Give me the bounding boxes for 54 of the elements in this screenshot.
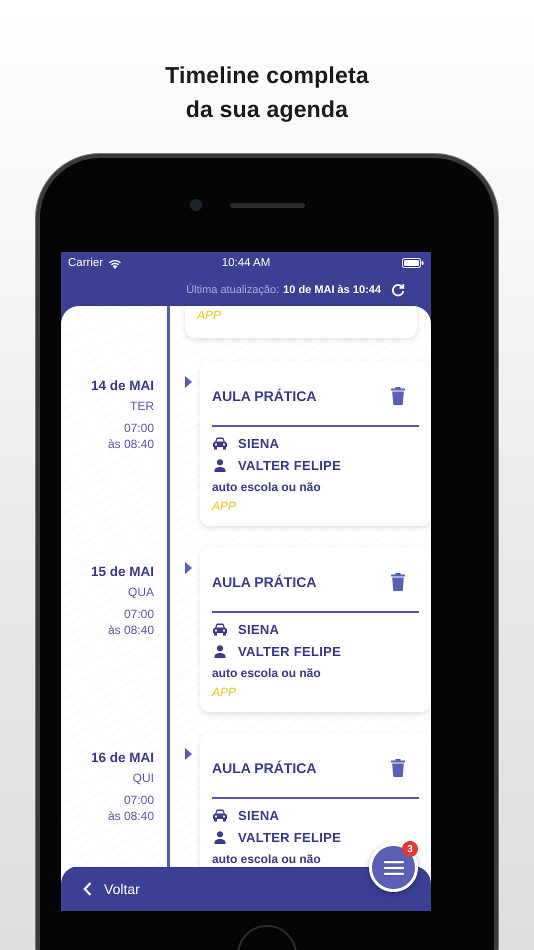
weekday-label: QUI — [132, 771, 154, 785]
wifi-icon — [108, 258, 122, 268]
source-label: APP — [212, 498, 236, 512]
camera-icon — [192, 201, 200, 209]
start-time: 07:00 — [124, 793, 154, 807]
end-time: às 08:40 — [108, 437, 154, 451]
instructor-name: VALTER FELIPE — [238, 644, 342, 659]
carrier-label: Carrier — [68, 257, 104, 269]
trash-icon[interactable] — [391, 573, 405, 591]
car-icon — [212, 437, 228, 450]
timeline-marker-icon — [185, 748, 192, 760]
speaker-icon — [230, 202, 304, 208]
chevron-left-icon — [83, 882, 92, 896]
timeline-marker-icon — [185, 562, 192, 574]
start-time: 07:00 — [124, 421, 154, 435]
headline: Timeline completa da sua agenda — [165, 61, 369, 124]
start-time: 07:00 — [124, 607, 154, 621]
car-icon — [212, 809, 228, 822]
timeline-marker-icon — [185, 376, 192, 388]
battery-icon — [402, 258, 424, 268]
person-icon — [212, 831, 228, 844]
end-time: às 08:40 — [108, 809, 154, 823]
trash-icon[interactable] — [391, 759, 405, 777]
school-label: auto escola ou não — [212, 852, 321, 866]
car-name: SIENA — [238, 622, 280, 637]
weekday-label: TER — [130, 399, 154, 413]
weekday-label: QUA — [128, 585, 154, 599]
lesson-title: AULA PRÁTICA — [212, 574, 316, 590]
appointment-card[interactable]: AULA PRÁTICA SIENA VALTER FELIPE auto escola ou não APP — [200, 361, 431, 526]
car-name: SIENA — [238, 436, 280, 451]
status-time: 10:44 AM — [222, 257, 270, 269]
school-label: auto escola ou não — [212, 480, 321, 494]
source-label: APP — [197, 308, 222, 322]
lesson-title: AULA PRÁTICA — [212, 388, 316, 404]
trash-icon[interactable] — [391, 387, 405, 405]
source-label: APP — [212, 684, 236, 698]
person-icon — [212, 459, 228, 472]
back-button[interactable]: Voltar — [79, 876, 144, 900]
date-label: 16 de MAI — [90, 750, 154, 765]
school-label: auto escola ou não — [212, 666, 321, 680]
refresh-icon[interactable] — [391, 283, 405, 297]
car-name: SIENA — [238, 808, 280, 823]
instructor-name: VALTER FELIPE — [238, 830, 342, 845]
person-icon — [212, 645, 228, 658]
last-update-value: 10 de MAI às 10:44 — [283, 284, 381, 296]
end-time: às 08:40 — [108, 623, 154, 637]
lesson-title: AULA PRÁTICA — [212, 760, 316, 776]
appointment-card[interactable]: AULA PRÁTICA SIENA VALTER FELIPE auto escola ou não APP — [200, 547, 431, 712]
last-update-label: Última atualização: — [186, 284, 280, 296]
instructor-name: VALTER FELIPE — [238, 458, 342, 473]
date-label: 14 de MAI — [90, 378, 154, 393]
menu-icon — [384, 860, 404, 874]
car-icon — [212, 623, 228, 636]
date-label: 15 de MAI — [90, 564, 154, 579]
